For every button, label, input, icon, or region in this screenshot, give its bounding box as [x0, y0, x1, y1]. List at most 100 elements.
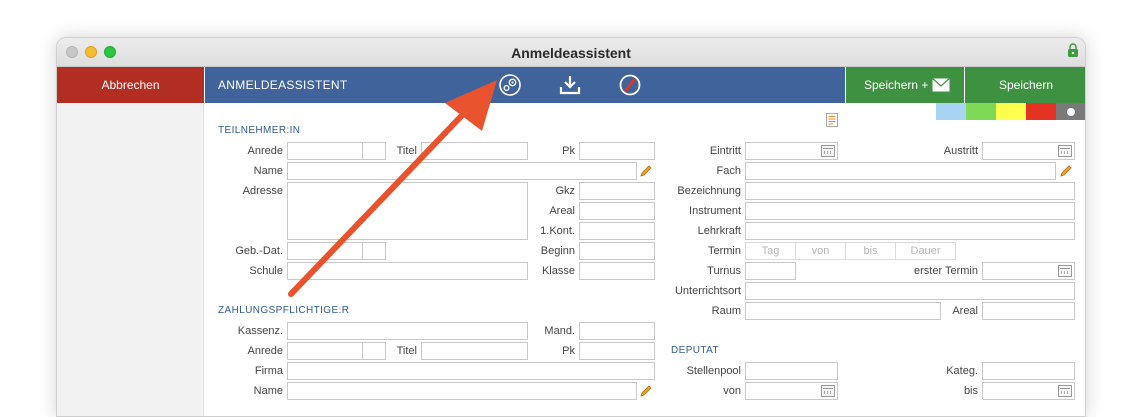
participant-gkz-field[interactable] [579, 182, 655, 200]
participant-beginn-label: Beginn [540, 245, 575, 257]
participant-beginn-field[interactable] [579, 242, 655, 260]
calendar-icon[interactable] [1058, 265, 1072, 277]
calendar-icon[interactable] [821, 145, 835, 157]
participant-titel-label: Titel [396, 145, 417, 157]
lehrkraft-field[interactable] [745, 222, 1075, 240]
settings-gear-icon[interactable] [498, 73, 522, 97]
termin-label: Termin [707, 245, 741, 257]
calendar-icon[interactable] [1058, 145, 1072, 157]
raum-label: Raum [711, 305, 741, 317]
participant-pk-field[interactable] [579, 142, 655, 160]
payer-anrede-extra-field[interactable] [362, 342, 386, 360]
pencil-icon[interactable] [639, 384, 653, 398]
payer-name-field[interactable] [287, 382, 637, 400]
participant-kont-label: 1.Kont. [540, 225, 575, 237]
turnus-field[interactable] [745, 262, 796, 280]
lock-icon [1068, 43, 1078, 57]
participant-schule-label: Schule [249, 265, 283, 277]
envelope-icon [932, 78, 950, 92]
participant-section-title: TEILNEHMER:IN [218, 125, 301, 136]
kateg-field[interactable] [982, 362, 1075, 380]
deputat-section-title: DEPUTAT [671, 345, 719, 356]
participant-kont-field[interactable] [579, 222, 655, 240]
fach-field[interactable] [745, 162, 1056, 180]
form-area: TEILNEHMER:IN Anrede Titel Pk Name Adres… [205, 103, 1085, 416]
cancel-button[interactable]: Abbrechen [57, 67, 204, 103]
calendar-icon[interactable] [821, 385, 835, 397]
lehrkraft-label: Lehrkraft [697, 225, 741, 237]
course-areal-label: Areal [952, 305, 978, 317]
participant-adresse-field[interactable] [287, 182, 528, 240]
deputat-von-label: von [723, 385, 741, 397]
termin-von-field[interactable]: von [795, 242, 846, 260]
participant-geb-field[interactable] [287, 242, 363, 260]
save-button[interactable]: Speichern [965, 67, 1085, 103]
termin-bis-field[interactable]: bis [845, 242, 896, 260]
sidebar [57, 103, 204, 416]
payer-section-title: ZAHLUNGSPFLICHTIGE:R [218, 305, 350, 316]
instrument-label: Instrument [689, 205, 741, 217]
payer-pk-label: Pk [562, 345, 575, 357]
deputat-bis-label: bis [963, 385, 978, 397]
calendar-icon[interactable] [1058, 385, 1072, 397]
course-areal-field[interactable] [982, 302, 1075, 320]
payer-pk-field[interactable] [579, 342, 655, 360]
turnus-label: Turnus [707, 265, 741, 277]
bezeichnung-field[interactable] [745, 182, 1075, 200]
termin-tag-field[interactable]: Tag [745, 242, 796, 260]
toolbar: Abbrechen ANMELDEASSISTENT Speichern + S… [57, 67, 1085, 103]
assistant-bar: ANMELDEASSISTENT [205, 67, 845, 103]
participant-schule-field[interactable] [287, 262, 528, 280]
payer-kassenz-label: Kassenz. [237, 325, 283, 337]
bezeichnung-label: Bezeichnung [677, 185, 741, 197]
erster-termin-label: erster Termin [914, 265, 978, 277]
payer-mand-label: Mand. [544, 325, 575, 337]
termin-dauer-field[interactable]: Dauer [895, 242, 956, 260]
participant-areal-field[interactable] [579, 202, 655, 220]
save-and-mail-label: Speichern + [864, 78, 929, 92]
instrument-field[interactable] [745, 202, 1075, 220]
payer-kassenz-field[interactable] [287, 322, 528, 340]
raum-field[interactable] [745, 302, 941, 320]
unterrichtsort-field[interactable] [745, 282, 1075, 300]
cancel-sync-icon[interactable] [618, 73, 642, 97]
participant-klasse-field[interactable] [579, 262, 655, 280]
payer-anrede-label: Anrede [247, 345, 283, 357]
stellenpool-field[interactable] [745, 362, 838, 380]
participant-geb-label: Geb.-Dat. [235, 245, 283, 257]
participant-klasse-label: Klasse [541, 265, 575, 277]
participant-gkz-label: Gkz [555, 185, 575, 197]
assistant-title: ANMELDEASSISTENT [218, 78, 348, 92]
participant-anrede-label: Anrede [247, 145, 283, 157]
participant-anrede-extra-field[interactable] [362, 142, 386, 160]
payer-firma-label: Firma [254, 365, 283, 377]
payer-anrede-field[interactable] [287, 342, 363, 360]
pencil-icon[interactable] [1059, 164, 1073, 178]
kateg-label: Kateg. [946, 365, 978, 377]
download-icon[interactable] [558, 73, 582, 97]
pencil-icon[interactable] [639, 164, 653, 178]
document-list-icon[interactable] [826, 113, 838, 127]
window-title: Anmeldeassistent [511, 45, 631, 61]
participant-areal-label: Areal [549, 205, 575, 217]
participant-adresse-label: Adresse [242, 185, 283, 197]
payer-firma-field[interactable] [287, 362, 655, 380]
payer-name-label: Name [253, 385, 283, 397]
unterrichtsort-label: Unterrichtsort [674, 285, 741, 297]
participant-name-label: Name [253, 165, 283, 177]
participant-titel-field[interactable] [421, 142, 528, 160]
participant-pk-label: Pk [562, 145, 575, 157]
austritt-label: Austritt [943, 145, 978, 157]
participant-anrede-field[interactable] [287, 142, 363, 160]
payer-titel-label: Titel [396, 345, 417, 357]
eintritt-label: Eintritt [709, 145, 741, 157]
payer-mand-field[interactable] [579, 322, 655, 340]
app-window: Anmeldeassistent Abbrechen ANMELDEASSIST… [56, 37, 1086, 417]
participant-name-field[interactable] [287, 162, 637, 180]
stellenpool-label: Stellenpool [686, 365, 741, 377]
save-and-mail-button[interactable]: Speichern + [846, 67, 964, 103]
participant-geb-extra-field[interactable] [362, 242, 386, 260]
title-bar: Anmeldeassistent [57, 38, 1085, 67]
payer-titel-field[interactable] [421, 342, 528, 360]
fach-label: Fach [716, 165, 741, 177]
